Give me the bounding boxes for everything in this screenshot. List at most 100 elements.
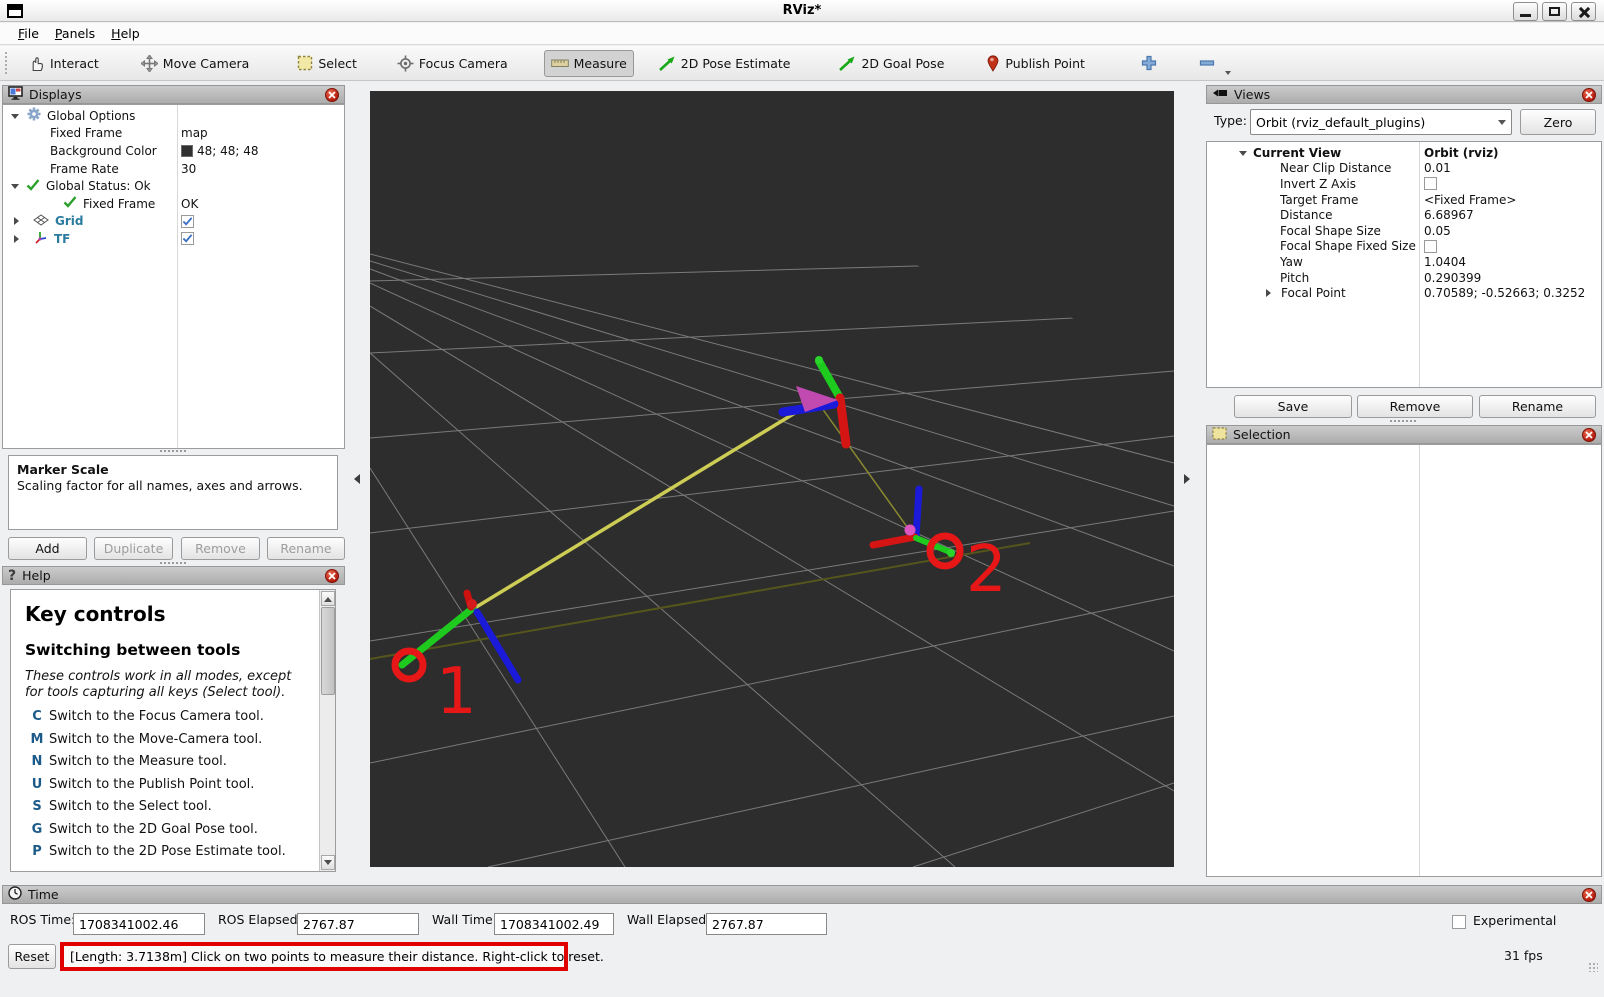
zero-view-button[interactable]: Zero xyxy=(1520,109,1596,135)
tree-row-invert-z[interactable]: Invert Z Axis xyxy=(1207,176,1601,192)
property-value[interactable]: 0.290399 xyxy=(1424,271,1481,285)
minimize-button[interactable] xyxy=(1513,2,1538,21)
selection-panel-header[interactable]: Selection xyxy=(1206,425,1602,444)
property-value[interactable]: 0.01 xyxy=(1424,161,1451,175)
tree-row-focal-shape-fixed[interactable]: Focal Shape Fixed Size xyxy=(1207,239,1601,255)
tool-measure[interactable]: Measure xyxy=(544,50,634,77)
views-close-button[interactable] xyxy=(1582,88,1596,102)
rename-display-button[interactable]: Rename xyxy=(267,537,345,560)
tree-row-focal-point[interactable]: Focal Point 0.70589; -0.52663; 0.3252 xyxy=(1207,285,1601,301)
toolbar-drag-handle[interactable] xyxy=(4,51,8,75)
remove-view-button[interactable]: Remove xyxy=(1357,395,1473,418)
save-view-button[interactable]: Save xyxy=(1234,395,1352,418)
property-value[interactable]: 1.0404 xyxy=(1424,255,1466,269)
tree-row-distance[interactable]: Distance 6.68967 xyxy=(1207,207,1601,223)
rename-view-button[interactable]: Rename xyxy=(1479,395,1596,418)
property-value[interactable]: 0.05 xyxy=(1424,224,1451,238)
property-value[interactable]: <Fixed Frame> xyxy=(1424,193,1516,207)
tree-row-target-frame[interactable]: Target Frame <Fixed Frame> xyxy=(1207,192,1601,208)
tree-row-frame-rate[interactable]: Frame Rate 30 xyxy=(3,160,344,178)
wall-time-label: Wall Time: xyxy=(432,912,497,927)
grid-enabled-checkbox[interactable] xyxy=(181,215,194,228)
scroll-up-button[interactable] xyxy=(321,591,335,606)
expander-closed-icon[interactable] xyxy=(14,217,23,225)
help-scrollbar[interactable] xyxy=(319,590,335,871)
tool-focus-camera[interactable]: Focus Camera xyxy=(391,50,514,77)
views-panel-header[interactable]: Views xyxy=(1206,85,1602,104)
add-display-button[interactable]: Add xyxy=(8,537,87,560)
tool-select[interactable]: Select xyxy=(291,50,363,76)
wall-time-input[interactable] xyxy=(494,913,614,935)
invert-z-checkbox[interactable] xyxy=(1424,177,1437,190)
tree-row-global-status[interactable]: Global Status: Ok xyxy=(3,177,344,195)
remove-tool-button[interactable] xyxy=(1193,50,1221,76)
help-panel-header[interactable]: ? Help xyxy=(2,566,345,585)
splitter-handle[interactable] xyxy=(160,562,186,564)
tf-enabled-checkbox[interactable] xyxy=(181,232,194,245)
tree-row-pitch[interactable]: Pitch 0.290399 xyxy=(1207,270,1601,286)
menu-panels[interactable]: Panels xyxy=(47,24,103,43)
tree-row-background-color[interactable]: Background Color 48; 48; 48 xyxy=(3,142,344,160)
tree-row-tf[interactable]: TF xyxy=(3,230,344,248)
menu-file[interactable]: File xyxy=(10,24,47,43)
displays-tree[interactable]: Global Options Fixed Frame map Backgroun… xyxy=(2,104,345,449)
expander-open-icon[interactable] xyxy=(11,184,19,193)
property-value[interactable]: 48; 48; 48 xyxy=(181,144,259,158)
help-close-button[interactable] xyxy=(325,569,339,583)
close-button[interactable] xyxy=(1571,2,1596,21)
time-panel-header[interactable]: Time xyxy=(2,885,1602,904)
menu-help[interactable]: Help xyxy=(103,24,148,43)
tool-interact[interactable]: Interact xyxy=(22,50,105,77)
property-value[interactable]: map xyxy=(181,126,208,140)
scrollbar-thumb[interactable] xyxy=(321,607,335,695)
wall-elapsed-label: Wall Elapsed: xyxy=(627,912,710,927)
tree-row-status-fixed-frame[interactable]: Fixed Frame OK xyxy=(3,195,344,213)
displays-panel-header[interactable]: Displays xyxy=(2,85,345,104)
tool-2d-goal-pose[interactable]: 2D Goal Pose xyxy=(832,50,950,77)
tool-publish-point[interactable]: Publish Point xyxy=(980,49,1091,77)
add-tool-button[interactable] xyxy=(1135,50,1163,76)
expander-closed-icon[interactable] xyxy=(14,235,23,243)
remove-display-button[interactable]: Remove xyxy=(181,537,260,560)
scroll-down-button[interactable] xyxy=(321,855,335,870)
displays-close-button[interactable] xyxy=(325,88,339,102)
collapse-left-panel-handle[interactable] xyxy=(349,474,360,484)
property-value[interactable]: 30 xyxy=(181,162,196,176)
chevron-down-icon[interactable] xyxy=(1225,71,1231,78)
tree-row-near-clip[interactable]: Near Clip Distance 0.01 xyxy=(1207,161,1601,177)
views-tree[interactable]: Current View Orbit (rviz) Near Clip Dist… xyxy=(1206,141,1602,388)
triangle-down-icon xyxy=(324,860,332,869)
tree-row-global-options[interactable]: Global Options xyxy=(3,107,344,125)
reset-time-button[interactable]: Reset xyxy=(8,944,56,969)
green-arrow-icon xyxy=(658,55,676,72)
collapse-right-panel-handle[interactable] xyxy=(1184,474,1195,484)
tree-row-current-view[interactable]: Current View Orbit (rviz) xyxy=(1207,145,1601,161)
property-value[interactable]: 6.68967 xyxy=(1424,208,1474,222)
maximize-button[interactable] xyxy=(1542,2,1567,21)
selection-content[interactable] xyxy=(1206,444,1602,877)
expander-open-icon[interactable] xyxy=(1239,151,1247,160)
tool-2d-pose-estimate[interactable]: 2D Pose Estimate xyxy=(652,50,797,77)
tree-row-focal-shape-size[interactable]: Focal Shape Size 0.05 xyxy=(1207,223,1601,239)
tool-move-camera[interactable]: Move Camera xyxy=(135,50,256,77)
3d-viewport[interactable]: 1 2 xyxy=(370,91,1174,867)
tree-row-grid[interactable]: Grid xyxy=(3,213,344,231)
time-close-button[interactable] xyxy=(1582,888,1596,902)
expander-closed-icon[interactable] xyxy=(1266,289,1275,297)
ros-elapsed-input[interactable] xyxy=(297,913,419,935)
ros-time-input[interactable] xyxy=(73,913,205,935)
selection-close-button[interactable] xyxy=(1582,428,1596,442)
resize-grip[interactable] xyxy=(1588,962,1598,972)
duplicate-display-button[interactable]: Duplicate xyxy=(94,537,173,560)
tree-column-divider[interactable] xyxy=(1419,445,1420,876)
view-type-dropdown[interactable]: Orbit (rviz_default_plugins) xyxy=(1250,109,1512,135)
property-value[interactable]: 0.70589; -0.52663; 0.3252 xyxy=(1424,286,1585,300)
wall-elapsed-input[interactable] xyxy=(706,913,827,935)
tree-row-yaw[interactable]: Yaw 1.0404 xyxy=(1207,254,1601,270)
tree-row-fixed-frame[interactable]: Fixed Frame map xyxy=(3,125,344,143)
focal-shape-fixed-checkbox[interactable] xyxy=(1424,240,1437,253)
splitter-handle[interactable] xyxy=(1390,420,1416,422)
splitter-handle[interactable] xyxy=(160,450,186,452)
expander-open-icon[interactable] xyxy=(11,114,19,123)
experimental-checkbox[interactable] xyxy=(1452,915,1466,929)
